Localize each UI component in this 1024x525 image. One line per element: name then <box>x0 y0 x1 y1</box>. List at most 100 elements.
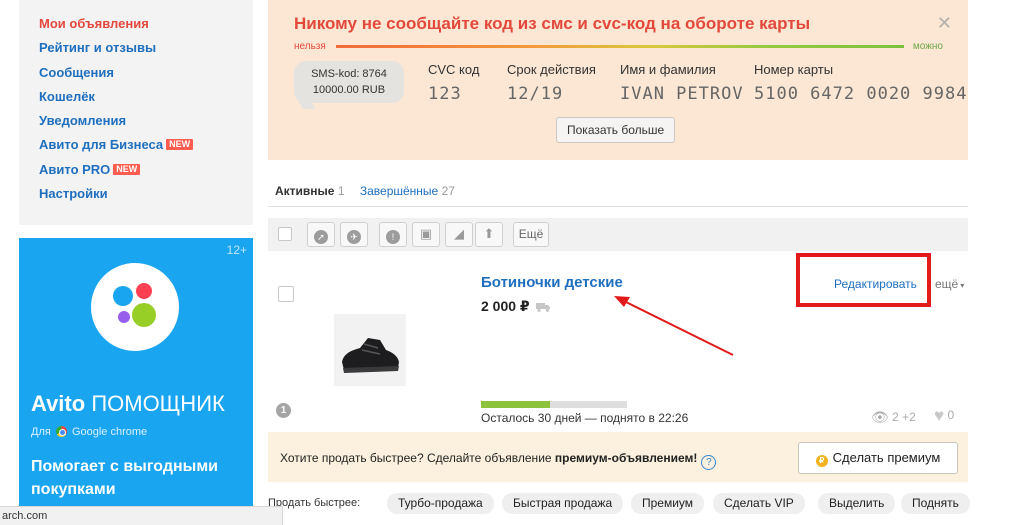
listing-tabs: Активные 1 Завершённые 27 <box>275 184 455 198</box>
chip-raise[interactable]: Поднять <box>901 493 970 514</box>
warning-headline: Никому не сообщайте код из смс и cvc-код… <box>294 14 811 33</box>
cvc-label: CVC код <box>428 62 480 77</box>
listing-info-icon[interactable]: 1 <box>276 403 291 418</box>
close-icon[interactable]: ✕ <box>937 13 952 34</box>
avito-logo-icon <box>91 263 179 351</box>
expiry-label: Срок действия <box>507 62 596 77</box>
listing-checkbox[interactable] <box>278 286 294 302</box>
listing-photo[interactable] <box>334 314 406 386</box>
sidebar-item-wallet[interactable]: Кошелёк <box>19 85 253 109</box>
card-number-field: Номер карты 5100 6472 0020 9984 <box>754 62 967 104</box>
views-value: 2 +2 <box>892 410 916 424</box>
sidebar-item-rating[interactable]: Рейтинг и отзывы <box>19 36 253 60</box>
ad-brand: Avito <box>31 391 86 416</box>
divider <box>268 206 968 207</box>
premium-text-plain: Хотите продать быстрее? Сделайте объявле… <box>280 451 555 465</box>
card-number-value: 5100 6472 0020 9984 <box>754 84 968 104</box>
sidebar-item-notifications[interactable]: Уведомления <box>19 109 253 133</box>
label-not-allowed: нельзя <box>294 41 326 52</box>
premium-promo: Хотите продать быстрее? Сделайте объявле… <box>268 432 968 482</box>
make-premium-button[interactable]: ₽ Сделать премиум <box>798 442 958 474</box>
views-counter: 👁 2 +2 <box>871 409 916 426</box>
ad-title: Avito ПОМОЩНИК <box>31 391 225 417</box>
sidebar-item-my-ads[interactable]: Мои объявления <box>19 12 253 36</box>
sidebar-item-business[interactable]: Авито для Бизнеса NEW <box>19 133 253 157</box>
sneaker-image <box>334 314 406 386</box>
expiry-value: 12/19 <box>507 84 564 104</box>
security-warning-card: Никому не сообщайте код из смс и cvc-код… <box>268 0 968 160</box>
avito-assistant-ad[interactable]: 12+ Avito ПОМОЩНИК Для Google chrome Пом… <box>19 238 253 525</box>
bulk-actions-toolbar: ➚ ✈ ! ▣ ◢ ⬆ Ещё <box>268 218 968 251</box>
plane-glyph: ✈ <box>347 230 361 244</box>
browser-status-bar: arch.com <box>0 506 283 525</box>
plane-icon[interactable]: ✈ <box>340 222 368 247</box>
sidebar-item-label: Авито для Бизнеса <box>39 137 164 153</box>
new-badge: NEW <box>166 139 194 151</box>
compass-glyph: ➚ <box>314 230 328 244</box>
tab-completed-count: 27 <box>441 184 455 198</box>
sidebar-item-label: Авито PRO <box>39 161 111 177</box>
ad-subtitle: Для Google chrome <box>31 426 147 438</box>
tab-active-count: 1 <box>337 184 345 198</box>
progress-fill <box>481 401 550 408</box>
chip-make-vip[interactable]: Сделать VIP <box>713 493 805 514</box>
premium-text-bold: премиум-объявлением! <box>554 451 698 465</box>
ad-browser: Google chrome <box>71 426 148 438</box>
arrow-up-icon[interactable]: ⬆ <box>475 222 503 247</box>
safety-gradient-bar <box>336 45 904 48</box>
tab-active-label: Активные <box>275 184 335 198</box>
truck-icon <box>535 299 551 315</box>
chip-highlight[interactable]: Выделить <box>818 493 896 514</box>
sidebar-item-pro[interactable]: Авито PRO NEW <box>19 158 253 182</box>
chip-fast-sale[interactable]: Быстрая продажа <box>502 493 624 514</box>
compass-icon[interactable]: ➚ <box>307 222 335 247</box>
favorites-counter: ♥ 0 <box>934 406 954 426</box>
cvc-field: CVC код 123 <box>428 62 479 104</box>
cardholder-label: Имя и фамилия <box>620 62 716 77</box>
logo-dot <box>118 311 130 323</box>
tab-active[interactable]: Активные 1 <box>275 184 345 198</box>
favorites-value: 0 <box>947 408 955 422</box>
premium-text: Хотите продать быстрее? Сделайте объявле… <box>280 451 717 470</box>
listing-more-menu[interactable]: ещё ▾ <box>935 277 964 291</box>
expiry-field: Срок действия 12/19 <box>507 62 596 104</box>
price-value: 2 000 ₽ <box>481 298 530 314</box>
new-badge: NEW <box>113 163 141 175</box>
help-icon[interactable]: ? <box>701 455 717 470</box>
cvc-value: 123 <box>428 84 462 104</box>
chip-turbo-sale[interactable]: Турбо-продажа <box>387 493 494 514</box>
eraser-icon[interactable]: ◢ <box>445 222 473 247</box>
ad-brand-rest: ПОМОЩНИК <box>91 391 225 416</box>
sidebar-item-settings[interactable]: Настройки <box>19 182 253 206</box>
sms-line-amount: 10000.00 RUB <box>312 84 386 96</box>
label-allowed: можно <box>912 41 943 52</box>
show-more-button[interactable]: Показать больше <box>556 117 676 143</box>
ad-for-prefix: Для <box>31 426 51 438</box>
sidebar-item-messages[interactable]: Сообщения <box>19 61 253 85</box>
listing-title-link[interactable]: Ботиночки детские <box>481 274 623 291</box>
logo-dot <box>132 303 156 327</box>
age-rating: 12+ <box>226 243 247 257</box>
logo-dot <box>113 286 133 306</box>
edit-listing-link[interactable]: Редактировать <box>834 277 917 291</box>
chip-premium[interactable]: Премиум <box>631 493 705 514</box>
ad-slogan: Помогает с выгодными покупками <box>31 458 219 498</box>
sidebar-menu: Мои объявления Рейтинг и отзывы Сообщени… <box>19 0 253 225</box>
cardholder-field: Имя и фамилия IVAN PETROV <box>620 62 744 104</box>
more-actions-button[interactable]: Ещё <box>513 222 549 247</box>
eye-icon: 👁 <box>871 409 889 425</box>
info-icon[interactable]: ! <box>379 222 407 247</box>
info-glyph: ! <box>386 230 400 244</box>
delete-icon[interactable]: ▣ <box>412 222 440 247</box>
heart-icon: ♥ <box>934 406 945 425</box>
tab-completed[interactable]: Завершённые 27 <box>360 184 455 198</box>
cardholder-value: IVAN PETROV <box>620 84 744 104</box>
logo-dot <box>136 283 152 299</box>
sms-line-code: SMS-kod: 8764 <box>311 68 387 80</box>
select-all-checkbox[interactable] <box>278 227 292 241</box>
tab-completed-label: Завершённые <box>359 184 439 198</box>
listing-price: 2 000 ₽ <box>481 298 551 315</box>
chrome-icon <box>55 426 67 437</box>
listing-lifetime-progress <box>481 401 627 408</box>
coin-icon: ₽ <box>815 455 828 467</box>
